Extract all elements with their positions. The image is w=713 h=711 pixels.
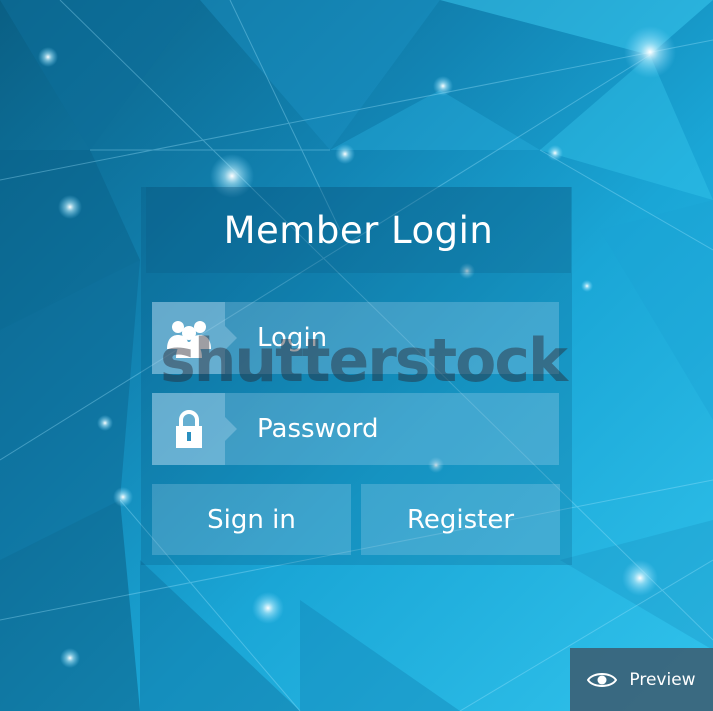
lock-icon bbox=[175, 410, 202, 448]
form-title: Member Login bbox=[223, 208, 494, 252]
title-bar: Member Login bbox=[146, 187, 571, 273]
register-button[interactable]: Register bbox=[361, 484, 560, 555]
preview-label: Preview bbox=[629, 669, 696, 690]
preview-button[interactable]: Preview bbox=[570, 648, 713, 711]
sign-in-button[interactable]: Sign in bbox=[152, 484, 351, 555]
login-icon-box bbox=[152, 302, 237, 374]
login-label: Login bbox=[257, 323, 328, 353]
eye-icon bbox=[587, 672, 618, 687]
login-field[interactable]: Login bbox=[152, 302, 559, 374]
password-label: Password bbox=[257, 414, 379, 444]
password-icon-box bbox=[152, 393, 237, 465]
users-icon bbox=[166, 321, 211, 358]
password-field[interactable]: Password bbox=[152, 393, 559, 465]
login-screen: Member Login Login Password Sign in Regi… bbox=[0, 0, 713, 711]
